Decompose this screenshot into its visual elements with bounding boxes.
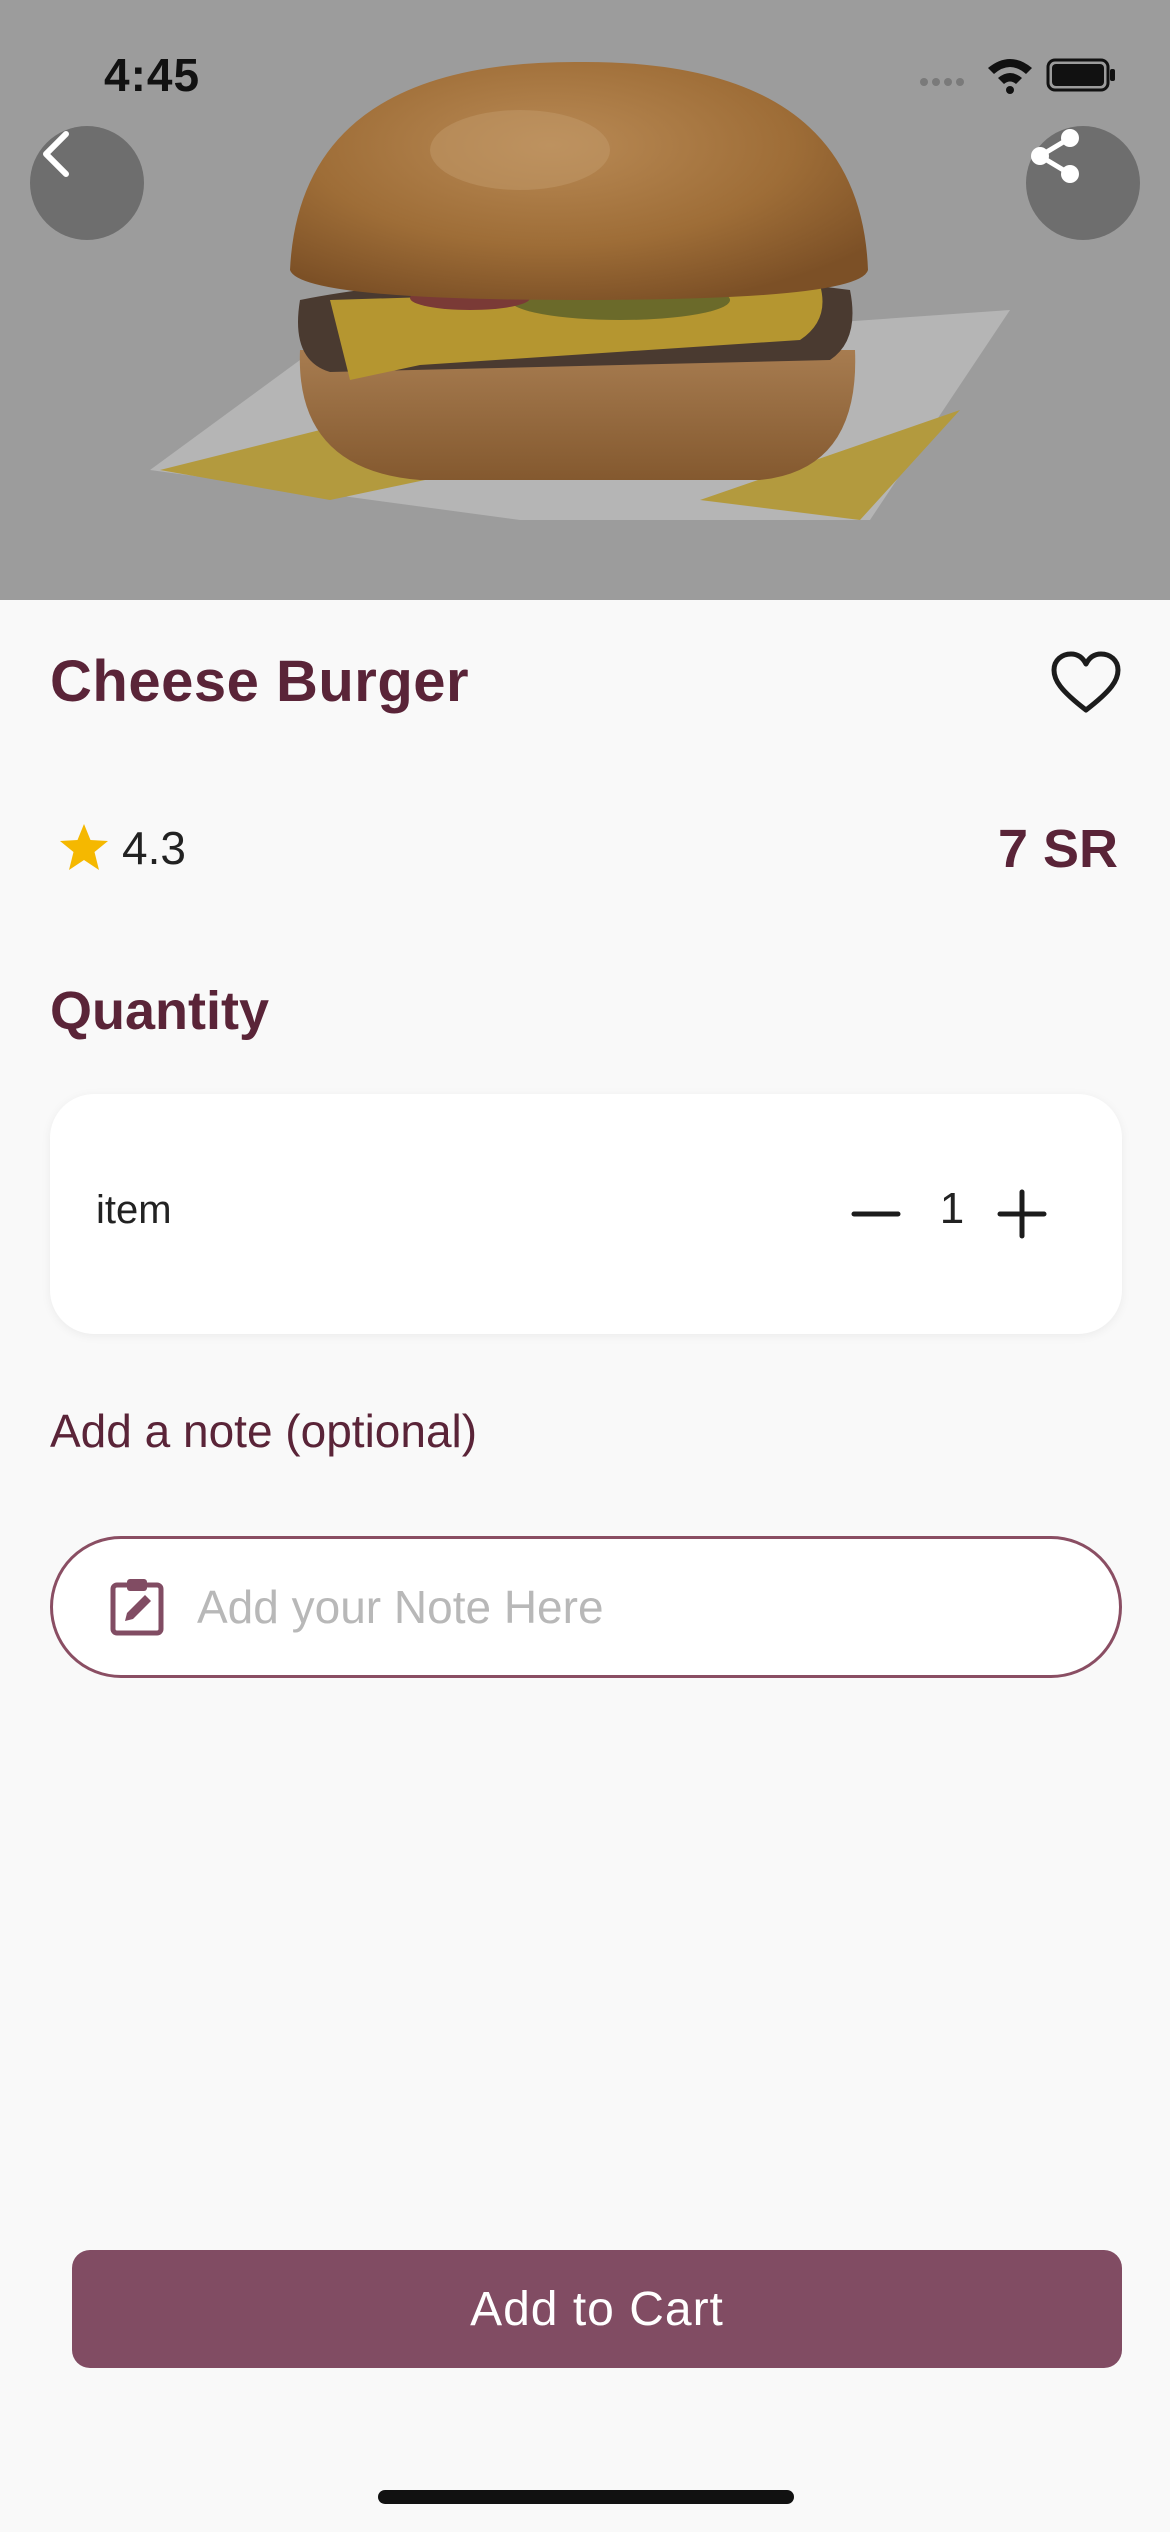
battery-icon	[1046, 58, 1115, 92]
cellular-signal-icon	[920, 78, 964, 86]
quantity-stepper: 1	[840, 1164, 1100, 1264]
note-label: Add a note (optional)	[50, 1405, 478, 1457]
share-button[interactable]	[1026, 126, 1140, 240]
quantity-item-label: item	[96, 1188, 172, 1232]
clipboard-edit-icon	[110, 1579, 164, 1636]
quantity-card: item 1	[50, 1094, 1122, 1334]
wifi-icon	[988, 59, 1032, 94]
plus-icon[interactable]	[986, 1178, 1058, 1250]
rating-value: 4.3	[122, 822, 186, 874]
status-time: 4:45	[104, 49, 201, 101]
rating: 4.3	[56, 820, 186, 876]
home-indicator	[378, 2490, 794, 2504]
star-icon	[60, 824, 108, 870]
share-icon	[1031, 129, 1079, 183]
minus-icon[interactable]	[840, 1178, 912, 1250]
heart-outline-icon[interactable]	[1050, 650, 1122, 716]
product-price: 7 SR	[997, 819, 1118, 879]
note-field[interactable]	[50, 1536, 1122, 1678]
add-to-cart-button[interactable]: Add to Cart	[72, 2250, 1122, 2368]
product-image: 4:45	[0, 0, 1170, 600]
back-button[interactable]	[30, 126, 144, 240]
quantity-value: 1	[939, 1184, 965, 1233]
status-icons	[918, 52, 1118, 96]
chevron-left-icon	[43, 131, 69, 177]
quantity-label: Quantity	[50, 981, 270, 1041]
product-title: Cheese Burger	[50, 649, 470, 714]
note-input[interactable]	[197, 1580, 1057, 1634]
